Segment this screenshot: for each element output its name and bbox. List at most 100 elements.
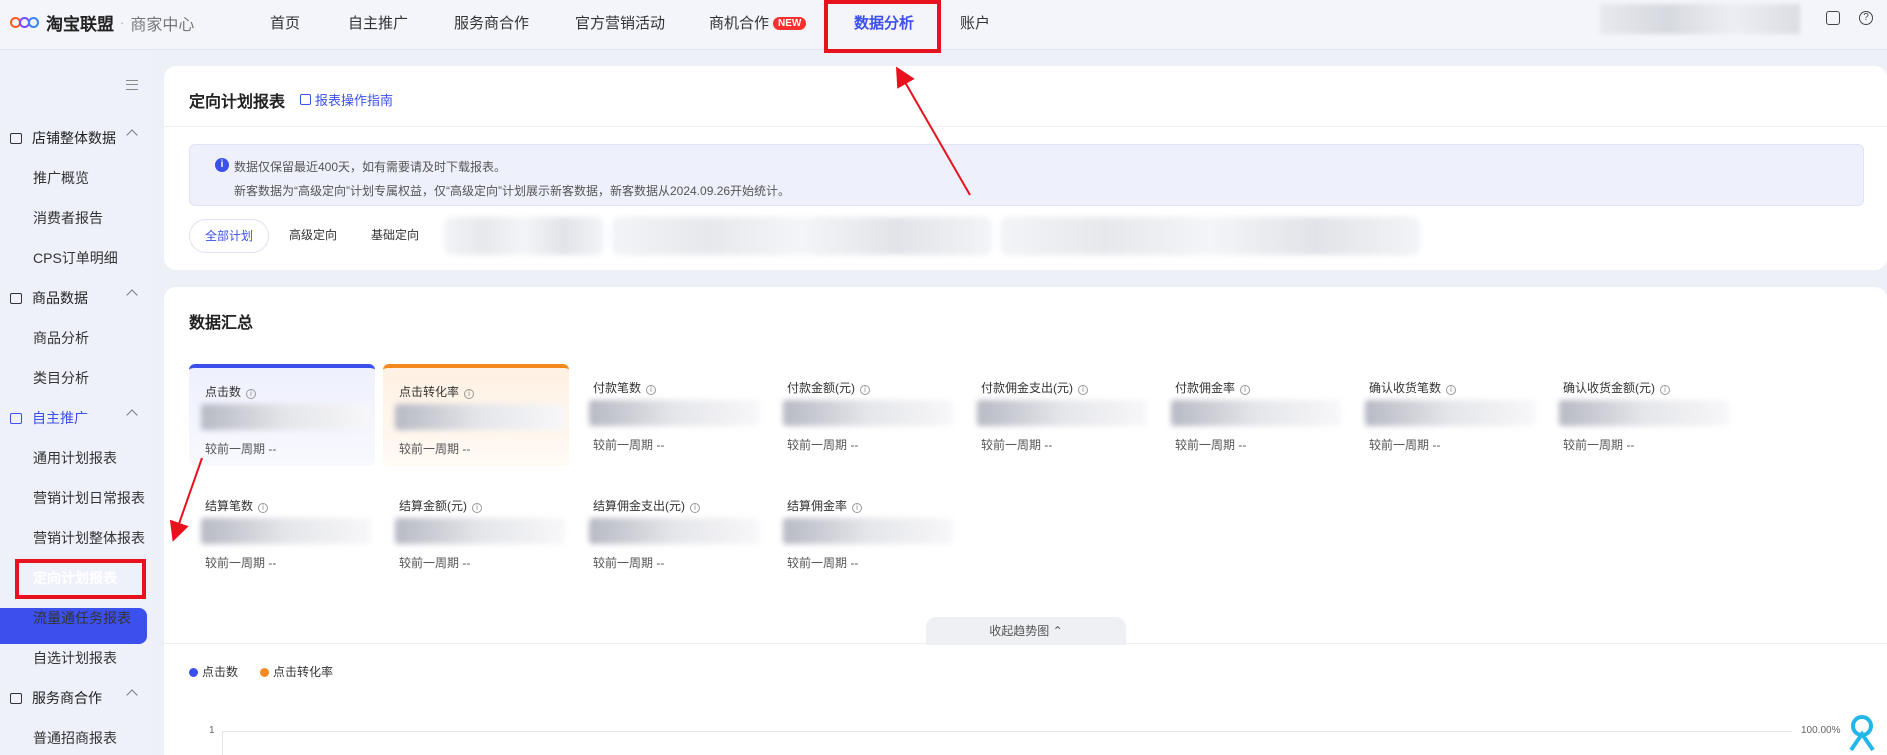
help-icon[interactable]: ? bbox=[1859, 11, 1873, 25]
brand-subtitle: 商家中心 bbox=[130, 16, 195, 34]
nav-business-cooperation[interactable]: 商机合作 NEW bbox=[709, 12, 807, 33]
self-promotion-icon bbox=[10, 412, 22, 424]
metric-card[interactable]: 结算金额(元) i 较前一周期 -- bbox=[383, 482, 569, 584]
sidebar-group-product-data[interactable]: 商品数据 bbox=[10, 288, 138, 308]
metric-label: 结算金额(元) i bbox=[399, 497, 482, 514]
info-circle-icon[interactable]: i bbox=[1660, 385, 1670, 395]
metric-compare: 较前一周期 -- bbox=[205, 440, 276, 457]
filter-redacted-2[interactable] bbox=[612, 217, 992, 255]
metric-card[interactable]: 点击数 i 较前一周期 -- bbox=[189, 364, 375, 466]
legend-item-click-conversion[interactable]: 点击转化率 bbox=[260, 663, 333, 680]
compare-value: -- bbox=[462, 556, 471, 570]
info-circle-icon[interactable]: i bbox=[860, 385, 870, 395]
sidebar-item-consumer-report[interactable]: 消费者报告 bbox=[33, 208, 103, 228]
logo[interactable]: 淘宝联盟 · 商家中心 bbox=[10, 10, 194, 35]
sidebar-item-custom-plan-report[interactable]: 自选计划报表 bbox=[33, 648, 117, 668]
metric-value-redacted bbox=[395, 404, 565, 430]
metric-label: 点击数 i bbox=[205, 383, 257, 400]
metric-compare: 较前一周期 -- bbox=[1175, 436, 1246, 453]
metric-label-text: 点击数 bbox=[205, 385, 242, 399]
top-navigation-bar: 淘宝联盟 · 商家中心 首页 自主推广 服务商合作 官方营销活动 商机合作 NEW… bbox=[0, 0, 1887, 53]
filter-redacted-3[interactable] bbox=[1000, 217, 1420, 255]
info-circle-icon[interactable]: i bbox=[258, 503, 269, 513]
chevron-up-icon bbox=[126, 129, 138, 141]
metric-label: 付款佣金率 i bbox=[1175, 379, 1251, 396]
compare-value: -- bbox=[268, 556, 277, 570]
info-circle-icon[interactable]: i bbox=[246, 389, 257, 399]
sidebar-item-product-analysis[interactable]: 商品分析 bbox=[33, 328, 89, 348]
filter-redacted-1[interactable] bbox=[444, 217, 604, 255]
info-circle-icon[interactable]: i bbox=[852, 503, 863, 513]
metric-value-redacted bbox=[201, 404, 371, 430]
metric-label-text: 结算金额(元) bbox=[399, 499, 467, 513]
tab-basic-targeting[interactable]: 基础定向 bbox=[371, 219, 419, 253]
metric-card[interactable]: 结算佣金支出(元) i 较前一周期 -- bbox=[577, 482, 763, 584]
sidebar-item-cps-orders[interactable]: CPS订单明细 bbox=[33, 248, 118, 268]
metric-value-redacted bbox=[1559, 400, 1729, 426]
metric-card[interactable]: 确认收货金额(元) i 较前一周期 -- bbox=[1547, 364, 1733, 466]
metric-compare: 较前一周期 -- bbox=[981, 436, 1052, 453]
nav-account[interactable]: 账户 bbox=[960, 12, 990, 33]
compare-label: 较前一周期 bbox=[593, 556, 654, 570]
info-circle-icon[interactable]: i bbox=[1078, 385, 1088, 395]
compare-value: -- bbox=[1238, 438, 1247, 452]
sidebar-item-traffic-task-report[interactable]: 流量通任务报表 bbox=[33, 608, 131, 628]
metric-card[interactable]: 结算佣金率 i 较前一周期 -- bbox=[771, 482, 957, 584]
legend-label: 点击转化率 bbox=[273, 665, 334, 679]
page-title: 定向计划报表 bbox=[189, 94, 286, 111]
metric-compare: 较前一周期 -- bbox=[593, 436, 664, 453]
metric-card[interactable]: 付款佣金支出(元) i 较前一周期 -- bbox=[965, 364, 1151, 466]
report-guide-link[interactable]: 报表操作指南 bbox=[300, 90, 393, 109]
info-circle-icon[interactable]: i bbox=[464, 389, 475, 399]
compare-label: 较前一周期 bbox=[205, 556, 266, 570]
menu-collapse-icon[interactable] bbox=[126, 80, 138, 90]
chart-legend: 点击数 点击转化率 bbox=[189, 663, 333, 680]
metric-label-text: 付款金额(元) bbox=[787, 381, 855, 395]
info-icon: i bbox=[215, 158, 229, 172]
info-circle-icon[interactable]: i bbox=[646, 385, 657, 395]
sidebar-group-service-partner[interactable]: 服务商合作 bbox=[10, 688, 138, 708]
compare-label: 较前一周期 bbox=[1369, 438, 1430, 452]
metric-value-redacted bbox=[1365, 400, 1535, 426]
sidebar-item-marketing-overall-report[interactable]: 营销计划整体报表 bbox=[33, 528, 145, 548]
notice-line-2: 新客数据为“高级定向”计划专属权益，仅“高级定向”计划展示新客数据，新客数据从2… bbox=[234, 184, 791, 198]
metric-card[interactable]: 付款佣金率 i 较前一周期 -- bbox=[1159, 364, 1345, 466]
message-icon[interactable] bbox=[1826, 11, 1840, 25]
nav-official-activities[interactable]: 官方营销活动 bbox=[575, 12, 665, 33]
info-circle-icon[interactable]: i bbox=[1446, 385, 1457, 395]
sidebar-item-merchant-report[interactable]: 普通招商报表 bbox=[33, 728, 117, 748]
sidebar-item-promotion-overview[interactable]: 推广概览 bbox=[33, 168, 89, 188]
data-summary-card: 数据汇总 点击数 i 较前一周期 -- 点击转化率 i 较前一周期 -- 付款笔数 i 较前一周… bbox=[164, 287, 1887, 755]
metric-card[interactable]: 付款笔数 i 较前一周期 -- bbox=[577, 364, 763, 466]
sidebar-item-general-plan-report[interactable]: 通用计划报表 bbox=[33, 448, 117, 468]
metric-compare: 较前一周期 -- bbox=[1563, 436, 1634, 453]
sidebar-item-marketing-daily-report[interactable]: 营销计划日常报表 bbox=[33, 488, 145, 508]
nav-home[interactable]: 首页 bbox=[270, 12, 300, 33]
metric-value-redacted bbox=[977, 400, 1147, 426]
legend-item-clicks[interactable]: 点击数 bbox=[189, 663, 238, 680]
info-circle-icon[interactable]: i bbox=[690, 503, 700, 513]
metric-card[interactable]: 结算笔数 i 较前一周期 -- bbox=[189, 482, 375, 584]
sidebar-item-category-analysis[interactable]: 类目分析 bbox=[33, 368, 89, 388]
compare-value: -- bbox=[268, 442, 277, 456]
assistant-mascot-icon[interactable] bbox=[1845, 712, 1879, 752]
info-circle-icon[interactable]: i bbox=[472, 503, 482, 513]
metric-label-text: 确认收货金额(元) bbox=[1563, 381, 1655, 395]
info-circle-icon[interactable]: i bbox=[1240, 385, 1251, 395]
sidebar-group-self-promotion[interactable]: 自主推广 bbox=[10, 408, 138, 428]
legend-label: 点击数 bbox=[202, 665, 239, 679]
collapse-trend-button[interactable]: 收起趋势图 ⌃ bbox=[926, 617, 1126, 645]
metric-label: 结算佣金率 i bbox=[787, 497, 863, 514]
chart-gridline bbox=[222, 731, 1792, 732]
store-data-icon bbox=[10, 132, 22, 144]
nav-service-partner[interactable]: 服务商合作 bbox=[454, 12, 529, 33]
tab-advanced-targeting[interactable]: 高级定向 bbox=[289, 219, 337, 253]
tab-all-plans[interactable]: 全部计划 bbox=[189, 219, 269, 253]
report-header-card: 定向计划报表 报表操作指南 i 数据仅保留最近400天，如有需要请及时下载报表。… bbox=[164, 66, 1887, 270]
nav-self-promotion[interactable]: 自主推广 bbox=[348, 12, 408, 33]
sidebar-group-store-data[interactable]: 店铺整体数据 bbox=[10, 128, 138, 148]
metric-card[interactable]: 确认收货笔数 i 较前一周期 -- bbox=[1353, 364, 1539, 466]
metric-card[interactable]: 付款金额(元) i 较前一周期 -- bbox=[771, 364, 957, 466]
metric-card[interactable]: 点击转化率 i 较前一周期 -- bbox=[383, 364, 569, 466]
legend-dot bbox=[260, 668, 270, 677]
